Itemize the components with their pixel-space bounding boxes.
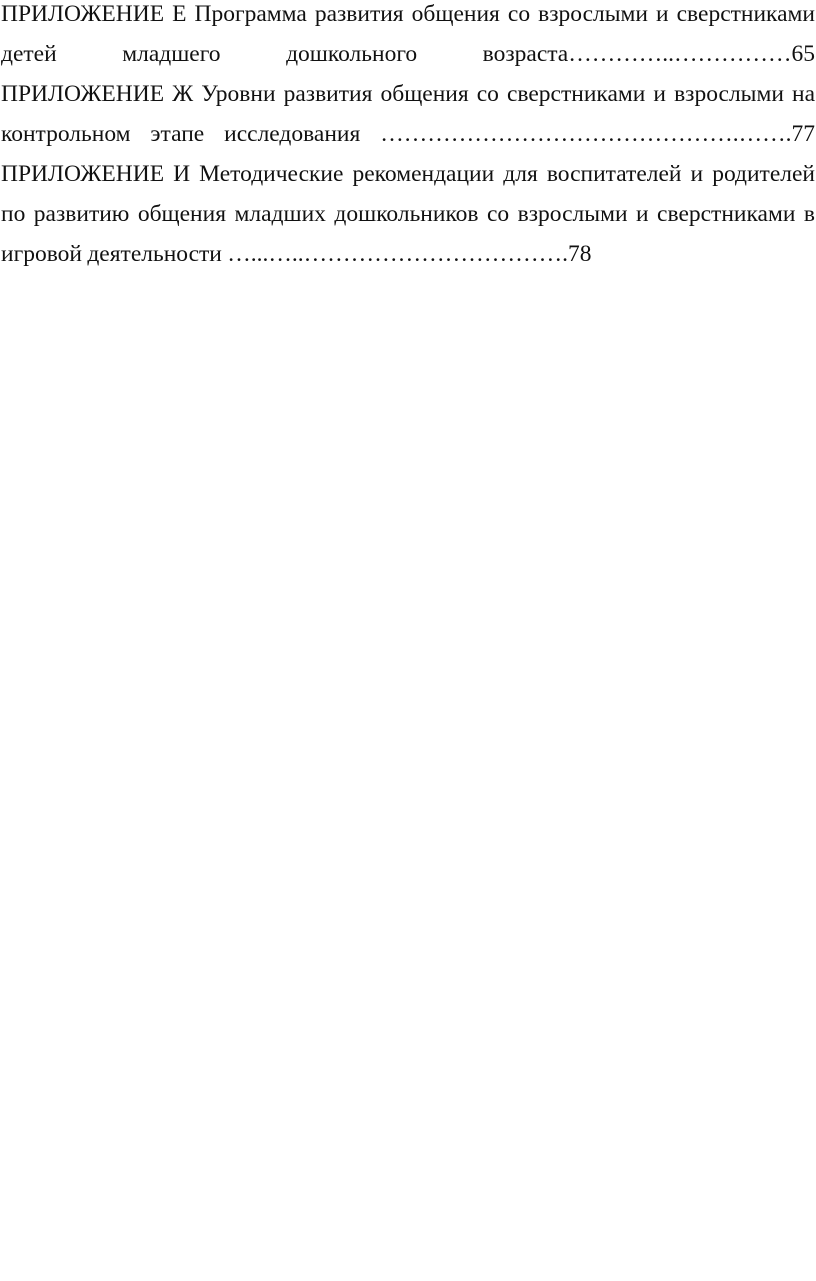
toc-entry-appendix-e: ПРИЛОЖЕНИЕ Е Программа развития общения … [1,1,815,67]
document-page: ПРИЛОЖЕНИЕ Е Программа развития общения … [0,0,816,1281]
table-of-contents-block: ПРИЛОЖЕНИЕ Е Программа развития общения … [1,0,815,274]
toc-entry-appendix-zh: ПРИЛОЖЕНИЕ Ж Уровни развития общения со … [1,81,815,147]
toc-entry-appendix-i: ПРИЛОЖЕНИЕ И Методические рекомендации д… [1,161,815,267]
